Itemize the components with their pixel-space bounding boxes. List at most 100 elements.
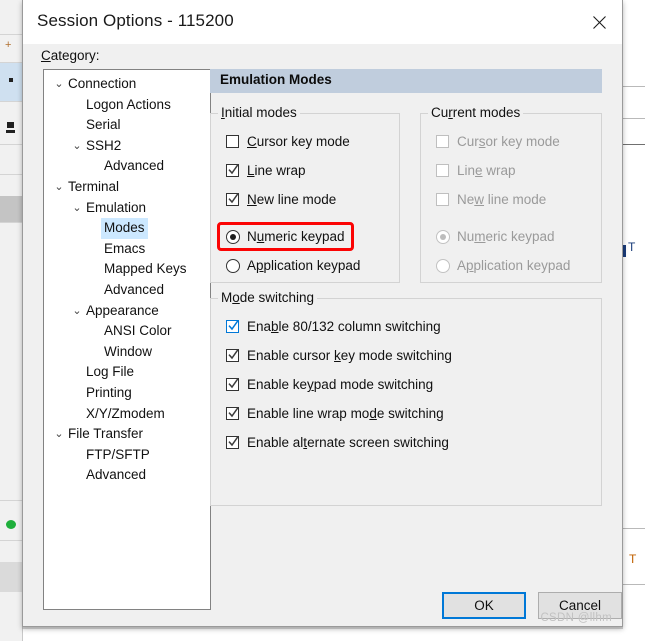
checkbox-label: New line mode xyxy=(457,192,547,207)
checkbox-label: Enable 80/132 column switching xyxy=(247,319,441,334)
ok-button-label: OK xyxy=(474,598,494,613)
tree-item-label: SSH2 xyxy=(86,137,122,153)
checkbox-label: New line mode xyxy=(247,192,337,207)
tree-item-label: FTP/SFTP xyxy=(86,446,150,462)
tree-item-label: Modes xyxy=(101,218,148,239)
ok-button[interactable]: OK xyxy=(442,592,526,619)
checkbox-box xyxy=(226,378,239,391)
tree-item-label: Connection xyxy=(68,76,137,91)
tree-item-label: Advanced xyxy=(104,281,165,297)
tree-item-advanced[interactable]: Advanced xyxy=(44,156,210,177)
tree-item-label: Log File xyxy=(86,364,135,380)
tree-item-label: X/Y/Zmodem xyxy=(86,405,165,421)
dialog-body: Category: ⌄ Connection Logon Actions Serial… xyxy=(23,44,622,626)
tree-item-label: Emulation xyxy=(86,199,147,215)
pane-header-title: Emulation Modes xyxy=(220,72,332,87)
tree-item-label: ANSI Color xyxy=(104,323,172,339)
category-tree[interactable]: ⌄ Connection Logon Actions Serial ⌄ SSH2 Advan… xyxy=(43,69,211,610)
checkbox-box xyxy=(436,135,449,148)
tree-item-label: Emacs xyxy=(104,240,146,256)
tree-item-advanced[interactable]: Advanced xyxy=(44,465,210,486)
dialog-bottom-shadow xyxy=(22,627,623,629)
checkbox-box xyxy=(226,135,239,148)
tree-item-log-file[interactable]: Log File xyxy=(44,362,210,383)
radio-circle xyxy=(226,230,240,244)
tree-item-label: Printing xyxy=(86,384,132,400)
background-window-left-strip: + xyxy=(0,0,23,641)
chevron-down-icon[interactable]: ⌄ xyxy=(52,177,66,198)
mode-switching-title: Mode switching xyxy=(218,290,318,305)
checkbox-label: Enable line wrap mode switching xyxy=(247,406,444,421)
radio-circle xyxy=(436,230,450,244)
radio-circle xyxy=(226,259,240,273)
pane-header: Emulation Modes xyxy=(210,69,602,93)
radio-dot xyxy=(230,234,236,240)
radio-dot xyxy=(440,234,446,240)
checkbox-label: Enable cursor key mode switching xyxy=(247,348,452,363)
tree-item-terminal[interactable]: ⌄ Terminal xyxy=(44,177,210,198)
checkbox-label: Enable alternate screen switching xyxy=(247,435,449,450)
watermark: CSDN @llhm xyxy=(540,612,612,624)
tree-item-appearance[interactable]: ⌄ Appearance xyxy=(44,301,210,322)
tree-item-modes[interactable]: Modes xyxy=(44,218,210,239)
dialog-title: Session Options - 115200 xyxy=(37,11,234,30)
checkbox-label: Enable keypad mode switching xyxy=(247,377,434,392)
tree-item-label: File Transfer xyxy=(68,426,144,442)
tree-item-label: Advanced xyxy=(86,467,147,483)
checkbox-box xyxy=(226,407,239,420)
initial-modes-title: Initial modes xyxy=(218,105,300,120)
chevron-down-icon[interactable]: ⌄ xyxy=(70,198,84,219)
checkbox-box xyxy=(226,436,239,449)
tree-item-logon-actions[interactable]: Logon Actions xyxy=(44,95,210,116)
radio-label: Numeric keypad xyxy=(247,229,345,244)
tree-item-connection[interactable]: ⌄ Connection xyxy=(44,74,210,95)
checkbox-box xyxy=(436,164,449,177)
cancel-button-label: Cancel xyxy=(558,598,602,613)
tree-item-label: Logon Actions xyxy=(86,96,171,112)
checkbox-box xyxy=(436,193,449,206)
checkbox-box xyxy=(226,164,239,177)
tree-item-mapped-keys[interactable]: Mapped Keys xyxy=(44,259,210,280)
radio-label: Application keypad xyxy=(457,258,571,273)
mode-switching-group: Mode switching Enable 80/132 column swit… xyxy=(210,290,602,506)
chevron-down-icon[interactable]: ⌄ xyxy=(52,424,66,445)
tree-item-label: Appearance xyxy=(86,302,159,318)
category-label-rest: ategory: xyxy=(50,48,100,63)
dialog-titlebar: Session Options - 115200 xyxy=(23,0,622,44)
category-label: Category: xyxy=(41,48,100,63)
checkbox-label: Cursor key mode xyxy=(247,134,350,149)
tree-item-x-y-zmodem[interactable]: X/Y/Zmodem xyxy=(44,404,210,425)
tree-item-label: Terminal xyxy=(68,178,120,194)
initial-modes-group: Initial modes Cursor key mode Line wrap Ne… xyxy=(210,105,400,283)
tree-item-emulation[interactable]: ⌄ Emulation xyxy=(44,198,210,219)
background-window-right-strip: T T xyxy=(620,0,645,641)
expand-plus-icon: + xyxy=(5,39,12,51)
close-icon[interactable] xyxy=(576,0,622,44)
category-label-accel: C xyxy=(41,48,51,63)
checkbox-box xyxy=(226,349,239,362)
chevron-down-icon[interactable]: ⌄ xyxy=(70,136,84,157)
chevron-down-icon[interactable]: ⌄ xyxy=(52,74,66,95)
tree-item-label: Serial xyxy=(86,117,121,133)
tree-item-printing[interactable]: Printing xyxy=(44,383,210,404)
chevron-down-icon[interactable]: ⌄ xyxy=(70,301,84,322)
tree-item-ftp-sftp[interactable]: FTP/SFTP xyxy=(44,445,210,466)
tree-item-advanced[interactable]: Advanced xyxy=(44,280,210,301)
tree-item-serial[interactable]: Serial xyxy=(44,115,210,136)
tree-item-label: Window xyxy=(104,343,153,359)
radio-circle xyxy=(436,259,450,273)
tree-item-ansi-color[interactable]: ANSI Color xyxy=(44,321,210,342)
tree-item-window[interactable]: Window xyxy=(44,342,210,363)
current-modes-title: Current modes xyxy=(428,105,524,120)
session-options-dialog: Session Options - 115200 Category: ⌄ Conn… xyxy=(22,0,623,627)
checkbox-box xyxy=(226,193,239,206)
checkbox-box xyxy=(226,320,239,333)
checkbox-label: Line wrap xyxy=(247,163,306,178)
tree-item-file-transfer[interactable]: ⌄ File Transfer xyxy=(44,424,210,445)
current-modes-group: Current modes Cursor key mode Line wrap Ne… xyxy=(420,105,602,283)
tree-item-ssh2[interactable]: ⌄ SSH2 xyxy=(44,136,210,157)
checkbox-label: Line wrap xyxy=(457,163,516,178)
radio-label: Numeric keypad xyxy=(457,229,555,244)
tree-item-emacs[interactable]: Emacs xyxy=(44,239,210,260)
tree-item-label: Mapped Keys xyxy=(104,261,187,277)
